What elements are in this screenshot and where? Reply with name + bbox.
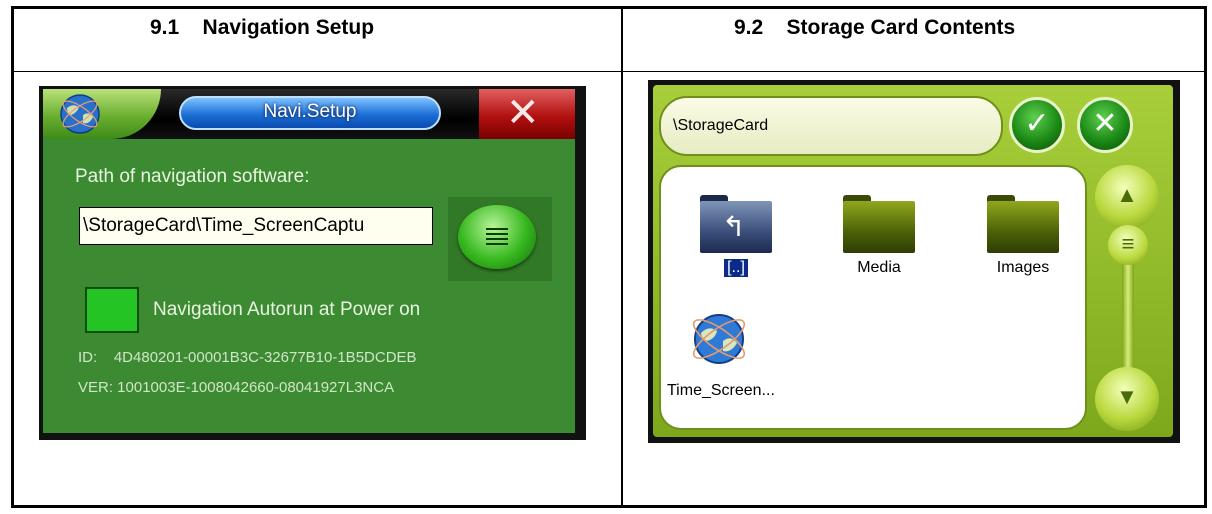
folder-up-icon: ↰ xyxy=(700,195,772,253)
scrollbar-thumb[interactable]: ≡ xyxy=(1108,225,1148,265)
section-title-navigation-setup: 9.1 Navigation Setup xyxy=(150,16,375,39)
file-item-media[interactable]: Media xyxy=(824,195,934,277)
grip-icon: ≡ xyxy=(1121,231,1135,256)
file-item-images[interactable]: Images xyxy=(968,195,1078,277)
file-list: ↰ [..] Media Images Time_Screen... xyxy=(659,165,1087,430)
navi-setup-screen: Navi.Setup ✕ Path of navigation software… xyxy=(43,89,575,433)
autorun-label: Navigation Autorun at Power on xyxy=(153,299,421,320)
window-title: Navi.Setup xyxy=(179,96,441,130)
file-item-label: Images xyxy=(996,259,1050,276)
file-item-time-screen[interactable]: Time_Screen... xyxy=(664,307,775,400)
globe-app-icon xyxy=(692,314,746,364)
browse-button[interactable] xyxy=(458,205,536,269)
path-label: Path of navigation software: xyxy=(75,166,310,187)
file-item-parent[interactable]: ↰ [..] xyxy=(681,195,791,277)
cancel-button[interactable]: ✕ xyxy=(1077,97,1133,153)
table-header-divider xyxy=(14,71,1204,72)
globe-icon xyxy=(60,94,100,134)
table-column-divider xyxy=(621,9,623,505)
close-button[interactable]: ✕ xyxy=(479,89,575,139)
folder-icon xyxy=(987,195,1059,253)
chevron-up-icon: ▲ xyxy=(1116,182,1138,207)
storage-card-window: \StorageCard ✓ ✕ ↰ [..] Media Images Tim… xyxy=(648,80,1180,443)
ok-button[interactable]: ✓ xyxy=(1009,97,1065,153)
vertical-scrollbar[interactable]: ▲ ≡ ▼ xyxy=(1091,165,1165,433)
folder-icon xyxy=(843,195,915,253)
chevron-down-icon: ▼ xyxy=(1116,384,1138,409)
scroll-up-button[interactable]: ▲ xyxy=(1095,165,1159,229)
device-id: ID: 4D480201-00001B3C-32677B10-1B5DCDEB xyxy=(78,349,417,366)
scroll-down-button[interactable]: ▼ xyxy=(1095,367,1159,431)
file-item-label: Media xyxy=(857,259,901,276)
navigation-path-input[interactable]: \StorageCard\Time_ScreenCaptu xyxy=(79,207,433,245)
file-item-label: [..] xyxy=(724,259,748,277)
file-item-label: Time_Screen... xyxy=(667,382,775,399)
close-icon: ✕ xyxy=(506,91,540,135)
list-icon xyxy=(486,228,508,246)
current-path: \StorageCard xyxy=(659,96,1003,156)
navi-setup-window: Navi.Setup ✕ Path of navigation software… xyxy=(39,86,586,440)
version-info: VER: 1001003E-1008042660-08041927L3NCA xyxy=(78,379,395,396)
autorun-checkbox[interactable] xyxy=(85,287,139,333)
storage-card-frame: \StorageCard ✓ ✕ ↰ [..] Media Images Tim… xyxy=(653,85,1173,437)
section-title-storage-card: 9.2 Storage Card Contents xyxy=(734,16,1016,39)
check-icon: ✓ xyxy=(1024,107,1050,140)
close-icon: ✕ xyxy=(1092,107,1118,140)
